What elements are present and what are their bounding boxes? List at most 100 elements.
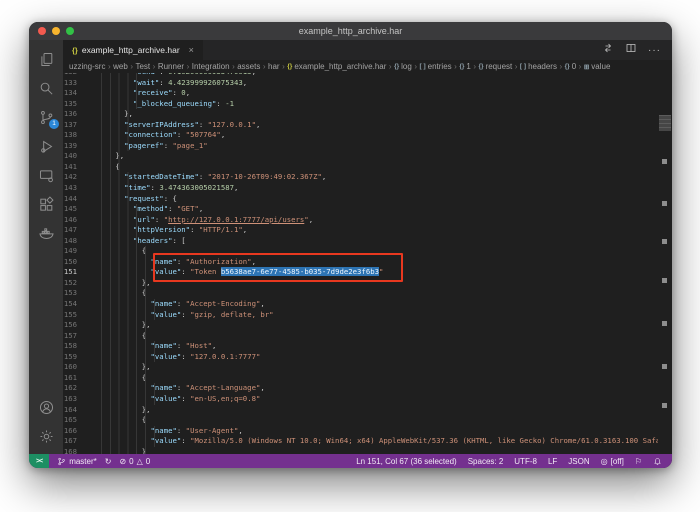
code-line[interactable]: 140 }, <box>63 151 658 162</box>
code-line[interactable]: 163 "value": "en-US,en;q=0.8" <box>63 394 658 405</box>
code-segment: , <box>221 130 225 139</box>
code-line[interactable]: 139 "pageref": "page_1" <box>63 141 658 152</box>
code-line[interactable]: 135 "_blocked_queueing": -1 <box>63 99 658 110</box>
code-line[interactable]: 141 { <box>63 162 658 173</box>
breadcrumb-symbol-icon: [ ] <box>419 63 425 70</box>
breadcrumb-label: har <box>268 62 280 71</box>
code-segment: http://127.0.0.1:7777/api/users <box>168 215 304 224</box>
line-number: 162 <box>63 383 89 394</box>
code-line[interactable]: 158 "name": "Host", <box>63 341 658 352</box>
code-line[interactable]: 161 { <box>63 373 658 384</box>
explorer-icon[interactable] <box>31 45 61 74</box>
breadcrumb-item[interactable]: {}1 <box>459 62 471 71</box>
sync-button[interactable]: ↻ <box>105 457 112 466</box>
breadcrumb-item[interactable]: har <box>268 62 280 71</box>
code-segment: "Accept-Language" <box>186 383 261 392</box>
indentation-setting[interactable]: Spaces: 2 <box>468 457 504 466</box>
code-line[interactable]: 154 "name": "Accept-Encoding", <box>63 299 658 310</box>
code-line[interactable]: 166 "name": "User-Agent", <box>63 426 658 437</box>
code-line[interactable]: 168 } <box>63 447 658 454</box>
code-line[interactable]: 156 }, <box>63 320 658 331</box>
code-segment: , <box>260 299 264 308</box>
code-line[interactable]: 164 }, <box>63 405 658 416</box>
run-debug-icon[interactable] <box>31 132 61 161</box>
code-segment: 4.423999926075343 <box>168 78 243 87</box>
remote-explorer-icon[interactable] <box>31 161 61 190</box>
code-line[interactable]: 133 "wait": 4.423999926075343, <box>63 78 658 89</box>
tab-example-http-archive[interactable]: {} example_http_archive.har × <box>63 40 203 60</box>
branch-indicator[interactable]: master* <box>57 457 97 466</box>
breadcrumb-item[interactable]: {}log <box>394 62 412 71</box>
breadcrumb-label: assets <box>237 62 260 71</box>
eol-setting[interactable]: LF <box>548 457 557 466</box>
code-segment: : <box>181 352 190 361</box>
breadcrumb-item[interactable]: web <box>113 62 128 71</box>
docker-icon[interactable] <box>31 219 61 248</box>
code-line[interactable]: 160 }, <box>63 362 658 373</box>
line-number: 147 <box>63 225 89 236</box>
code-line[interactable]: 144 "request": { <box>63 194 658 205</box>
code-line[interactable]: 134 "receive": 0, <box>63 88 658 99</box>
line-number: 161 <box>63 373 89 384</box>
code-line[interactable]: 136 }, <box>63 109 658 120</box>
cursor-position[interactable]: Ln 151, Col 67 (36 selected) <box>356 457 457 466</box>
remote-indicator[interactable]: >< <box>29 454 49 468</box>
close-tab-icon[interactable]: × <box>189 45 194 55</box>
code-segment: "page_1" <box>173 141 208 150</box>
breadcrumb-item[interactable]: {}example_http_archive.har <box>287 62 386 71</box>
language-mode[interactable]: JSON <box>568 457 589 466</box>
split-editor-icon[interactable] <box>625 41 637 59</box>
code-line[interactable]: 153 { <box>63 288 658 299</box>
code-line[interactable]: 137 "serverIPAddress": "127.0.0.1", <box>63 120 658 131</box>
breadcrumb-item[interactable]: Test <box>135 62 150 71</box>
line-number: 149 <box>63 246 89 257</box>
feedback-flag-icon[interactable]: ⚐ <box>635 457 642 466</box>
notifications-bell-icon[interactable] <box>653 457 662 466</box>
indent-guides <box>101 215 142 226</box>
scrollbar-slider[interactable] <box>659 115 671 131</box>
more-actions-icon[interactable]: ··· <box>648 45 661 56</box>
breadcrumb-item[interactable]: [ ]headers <box>520 62 557 71</box>
off-indicator[interactable]: ◎ [off] <box>601 457 624 466</box>
code-line[interactable]: 142 "startedDateTime": "2017-10-26T09:49… <box>63 172 658 183</box>
indent-guides <box>101 194 133 205</box>
code-line[interactable]: 165 { <box>63 415 658 426</box>
code-line[interactable]: 159 "value": "127.0.0.1:7777" <box>63 352 658 363</box>
breadcrumb-item[interactable]: Integration <box>192 62 230 71</box>
breadcrumb-item[interactable]: ⊞value <box>584 62 611 71</box>
breadcrumb-item[interactable]: uzzing-src <box>69 62 105 71</box>
breadcrumb-item[interactable]: assets <box>237 62 260 71</box>
code-segment: 3.474363005021587 <box>159 183 234 192</box>
code-segment: , <box>199 204 203 213</box>
extensions-icon[interactable] <box>31 190 61 219</box>
indent-guides <box>101 141 133 152</box>
code-line[interactable]: 147 "httpVersion": "HTTP/1.1", <box>63 225 658 236</box>
search-icon[interactable] <box>31 74 61 103</box>
code-line[interactable]: 157 { <box>63 331 658 342</box>
code-line[interactable]: 143 "time": 3.474363005021587, <box>63 183 658 194</box>
breadcrumb-label: Integration <box>192 62 230 71</box>
editor[interactable]: 132 "send": 0.10200000933470013,133 "wai… <box>63 73 672 454</box>
line-number: 151 <box>63 267 89 278</box>
breadcrumb-item[interactable]: [ ]entries <box>419 62 451 71</box>
code-line[interactable]: 148 "headers": [ <box>63 236 658 247</box>
encoding-setting[interactable]: UTF-8 <box>514 457 537 466</box>
code-line[interactable]: 167 "value": "Mozilla/5.0 (Windows NT 10… <box>63 436 658 447</box>
source-control-icon[interactable]: 1 <box>31 103 61 132</box>
code-line[interactable]: 138 "connection": "507764", <box>63 130 658 141</box>
problems-indicator[interactable]: ⊘ 0 △ 0 <box>119 457 150 466</box>
breadcrumb-item[interactable]: {}request <box>479 62 513 71</box>
line-number: 166 <box>63 426 89 437</box>
code-line[interactable]: 145 "method": "GET", <box>63 204 658 215</box>
code-line[interactable]: 155 "value": "gzip, deflate, br" <box>63 310 658 321</box>
breadcrumb-item[interactable]: Runner <box>158 62 184 71</box>
breadcrumb-label: entries <box>428 62 452 71</box>
breadcrumb-separator: › <box>153 62 156 71</box>
account-icon[interactable] <box>31 393 61 422</box>
open-changes-icon[interactable] <box>602 41 614 59</box>
code-line[interactable]: 146 "url": "http://127.0.0.1:7777/api/us… <box>63 215 658 226</box>
breadcrumb-item[interactable]: {}0 <box>565 62 577 71</box>
settings-gear-icon[interactable] <box>31 422 61 451</box>
line-number: 140 <box>63 151 89 162</box>
code-line[interactable]: 162 "name": "Accept-Language", <box>63 383 658 394</box>
